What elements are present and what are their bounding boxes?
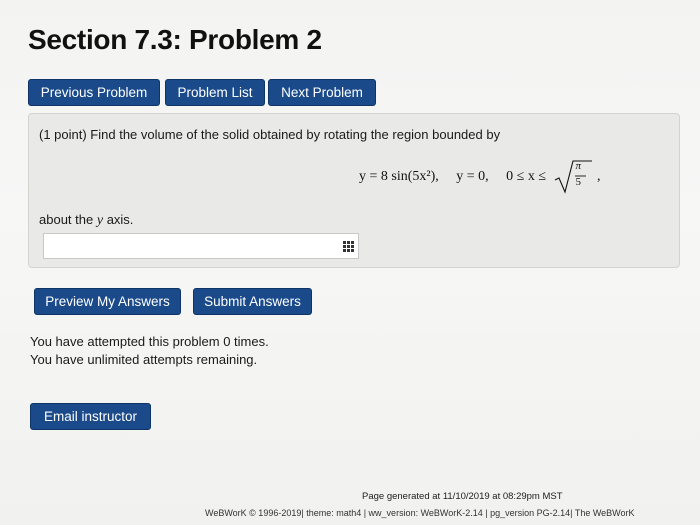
email-instructor-button[interactable]: Email instructor	[30, 403, 151, 430]
footer-credits: WeBWorK © 1996-2019| theme: math4 | ww_v…	[205, 508, 635, 518]
rotation-axis-text: about the y axis.	[39, 212, 133, 229]
attempts-info: You have attempted this problem 0 times.…	[30, 333, 269, 369]
page-generated-text: Page generated at 11/10/2019 at 08:29pm …	[362, 491, 563, 502]
equation-axis: y = 0,	[456, 169, 489, 184]
equation-curve: y = 8 sin(5x²),	[359, 169, 439, 184]
problem-statement: (1 point) Find the volume of the solid o…	[39, 127, 501, 142]
preview-answers-button[interactable]: Preview My Answers	[34, 288, 181, 315]
equation-end-comma: ,	[597, 169, 601, 184]
answer-input[interactable]	[43, 233, 359, 259]
axis-variable: y	[96, 213, 104, 228]
fraction-denominator: 5	[575, 176, 582, 188]
attempts-count: You have attempted this problem 0 times.	[30, 334, 269, 349]
sqrt-fraction: π 5	[554, 160, 592, 194]
problem-list-button[interactable]: Problem List	[165, 79, 265, 106]
submit-answers-button[interactable]: Submit Answers	[193, 288, 312, 315]
page: Section 7.3: Problem 2 Previous Problem …	[0, 0, 700, 525]
sqrt-symbol-icon	[554, 160, 592, 194]
next-problem-button[interactable]: Next Problem	[268, 79, 376, 106]
bounding-equations: y = 8 sin(5x²), y = 0, 0 ≤ x ≤ π 5 ,	[359, 160, 601, 194]
attempts-remaining: You have unlimited attempts remaining.	[30, 352, 258, 367]
equation-interval: 0 ≤ x ≤	[506, 169, 547, 184]
about-prefix: about the	[39, 212, 94, 227]
page-title: Section 7.3: Problem 2	[28, 24, 322, 55]
fraction-numerator: π	[575, 160, 582, 172]
about-suffix: axis.	[106, 212, 134, 227]
grid-icon[interactable]	[343, 241, 354, 252]
previous-problem-button[interactable]: Previous Problem	[28, 79, 160, 106]
problem-panel: (1 point) Find the volume of the solid o…	[28, 113, 680, 268]
